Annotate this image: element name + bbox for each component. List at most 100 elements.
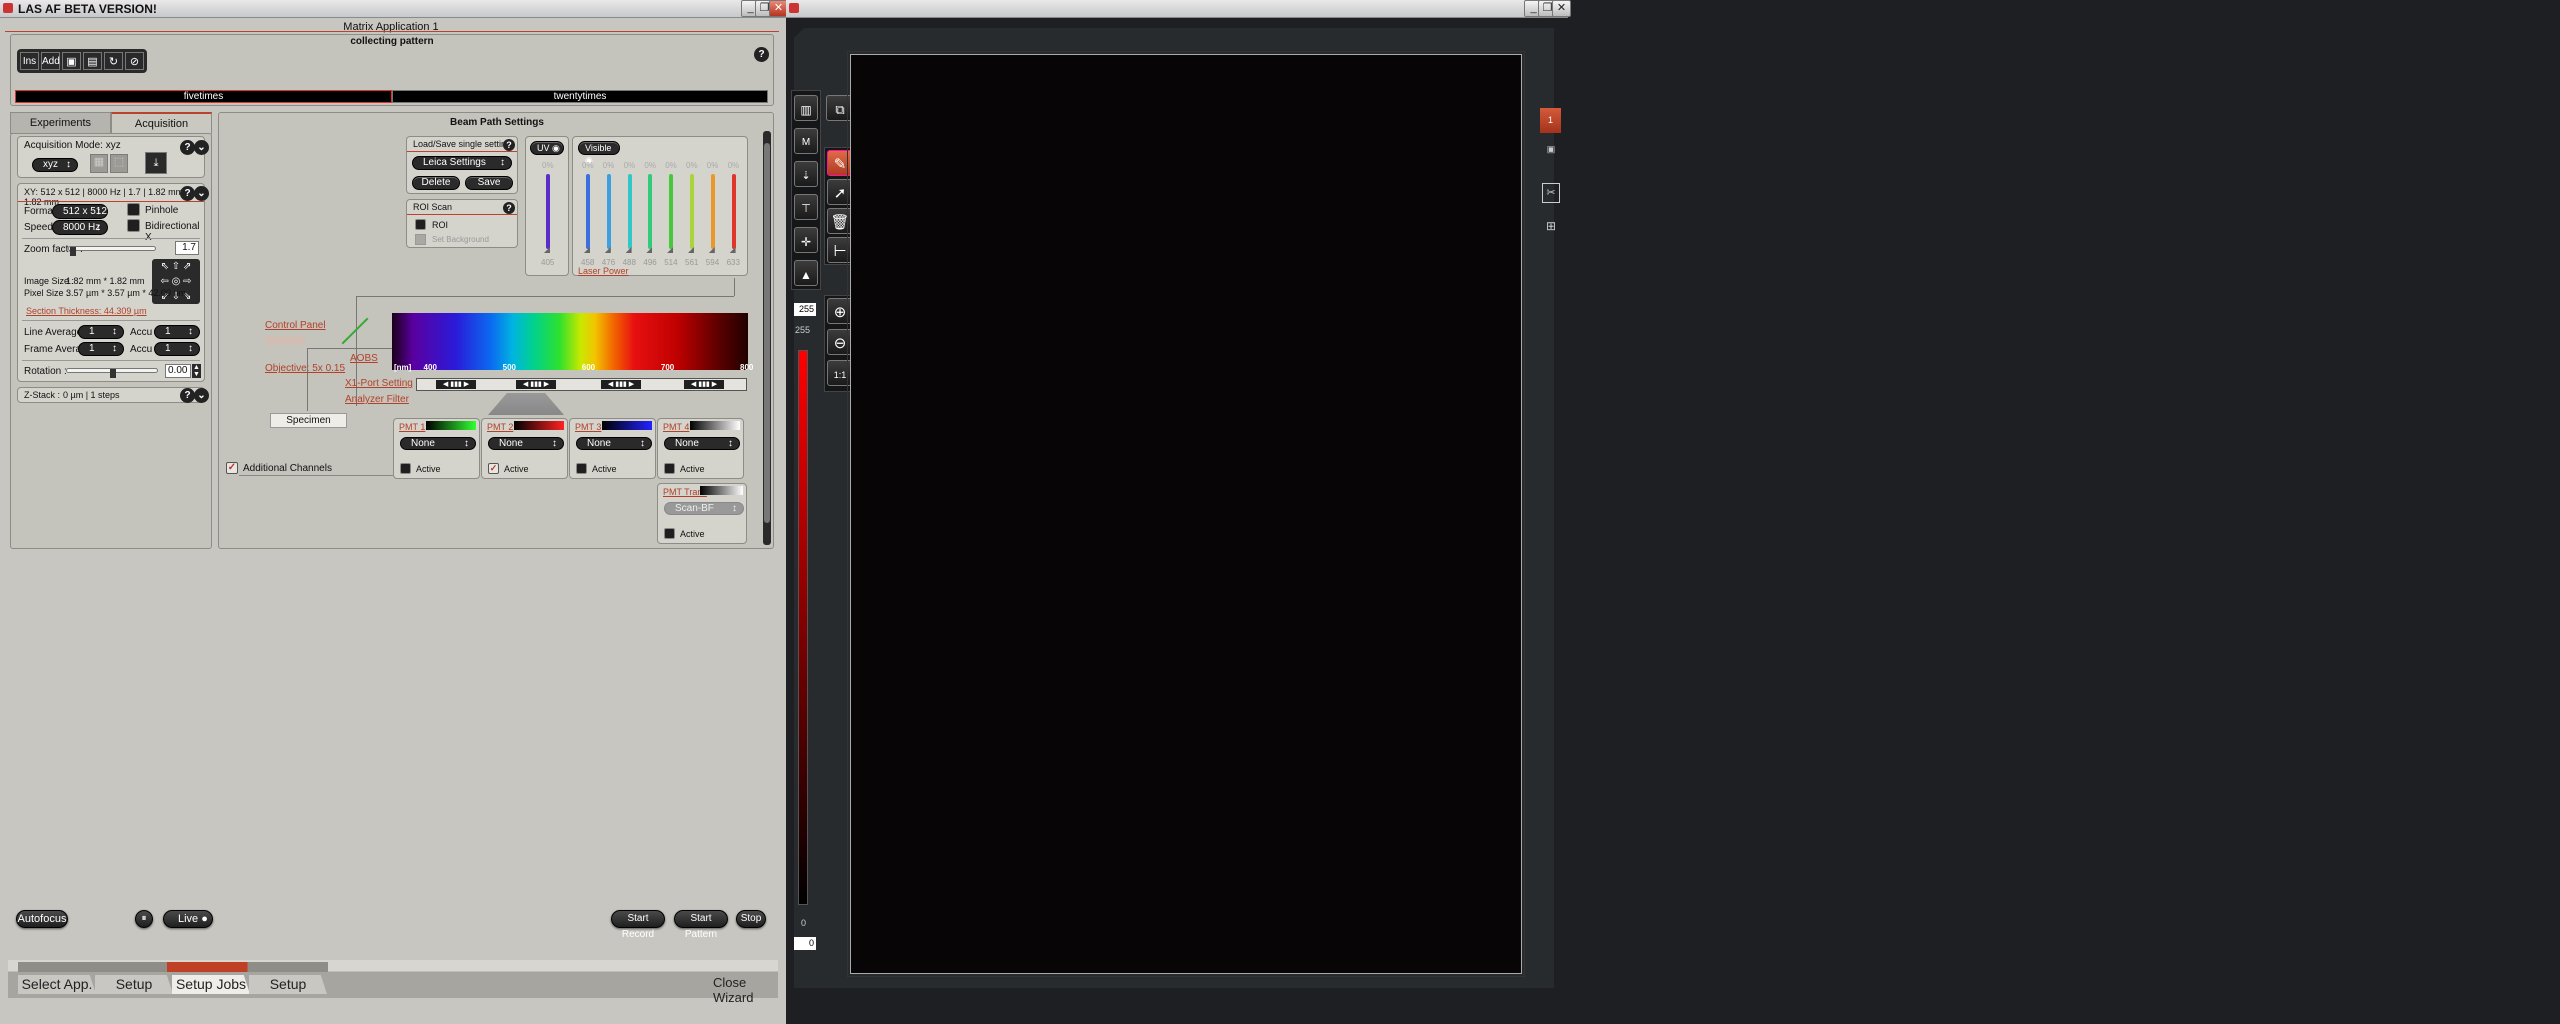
autofocus-button[interactable]: Autofocus — [16, 910, 68, 928]
control-panel-link[interactable]: Control Panel — [265, 320, 326, 331]
pattern-fivetimes[interactable]: fivetimes — [15, 90, 392, 103]
pmt-trans-active-checkbox[interactable] — [664, 528, 675, 539]
zstack-collapse-icon[interactable]: ⌄ — [194, 388, 209, 403]
close-wizard-button[interactable]: Close Wizard — [713, 975, 786, 1005]
x1-port-link[interactable]: X1-Port Setting — [345, 378, 413, 389]
analyzer-filter-link[interactable]: Analyzer Filter — [345, 394, 409, 405]
aobs-link[interactable]: AOBS — [350, 353, 378, 364]
rotation-value[interactable]: 0.00 — [165, 364, 191, 378]
section-thickness-link[interactable]: Section Thickness: 44.309 µm — [26, 306, 147, 316]
lut-min-input[interactable]: 0 — [794, 937, 816, 950]
grid-scan-icon[interactable]: ▦ — [90, 154, 108, 173]
acq-mode-select[interactable]: xyz — [32, 158, 78, 172]
pmt-dye-select[interactable]: None — [400, 437, 476, 450]
xy-collapse-icon[interactable]: ⌄ — [194, 186, 209, 201]
beam-scroll-thumb[interactable] — [764, 143, 770, 523]
filter-band-slider[interactable]: ◀ ▮▮▮ ▶ — [601, 380, 641, 389]
rotation-spin-icon[interactable]: ▲ ▼ — [192, 364, 201, 378]
line-average-select[interactable]: 1 — [78, 325, 124, 339]
zoom-slider[interactable] — [68, 246, 156, 251]
specimen-box[interactable]: Specimen — [270, 413, 347, 428]
laser-slider[interactable] — [586, 174, 590, 249]
acq-collapse-icon[interactable]: ⌄ — [194, 140, 209, 155]
viewer-close-button[interactable]: ✕ — [1552, 0, 1571, 17]
laser-slider[interactable] — [731, 174, 736, 249]
tab-experiments[interactable]: Experiments — [10, 112, 111, 134]
laser-slider[interactable] — [669, 174, 674, 249]
visible-toggle[interactable]: Visible ◉ — [578, 141, 620, 165]
histogram-icon[interactable]: ▲ — [794, 260, 818, 286]
pattern-twentytimes[interactable]: twentytimes — [392, 90, 768, 103]
stop-button[interactable]: Stop — [736, 910, 766, 928]
stack-icon[interactable]: ⤓ — [145, 152, 167, 174]
set-background-checkbox[interactable] — [415, 234, 426, 245]
start-pattern-button[interactable]: Start Pattern — [674, 910, 728, 940]
save-button[interactable]: Save — [465, 176, 513, 190]
pmt-dye-select[interactable]: None — [664, 437, 740, 450]
pmt-trans-select[interactable]: Scan-BF — [664, 502, 744, 515]
bidir-checkbox[interactable] — [127, 219, 140, 232]
z-step-icon[interactable]: ⊤ — [794, 194, 818, 220]
pmt-active-checkbox[interactable] — [664, 463, 675, 474]
refresh-icon[interactable]: ↻ — [104, 52, 123, 70]
tile-scan-icon[interactable]: ⬚ — [110, 154, 128, 173]
channel-overlay-icon[interactable]: ▥ — [794, 95, 818, 121]
pmt-name-link[interactable]: PMT 1 — [399, 422, 425, 432]
roi-checkbox[interactable] — [415, 219, 426, 230]
max-projection-icon[interactable]: M — [794, 128, 818, 154]
pmt-name-link[interactable]: PMT 2 — [487, 422, 513, 432]
start-record-button[interactable]: Start Record — [611, 910, 665, 940]
lut-max-input[interactable]: 255 — [794, 303, 816, 316]
clear-icon[interactable]: ⊘ — [125, 52, 144, 70]
wizard-step[interactable]: Setup Templ... — [95, 975, 173, 994]
acq-help-icon[interactable]: ? — [180, 140, 195, 155]
channel-badge[interactable]: 1 — [1540, 108, 1561, 133]
zoom-value[interactable]: 1.7 — [175, 241, 199, 255]
open-icon[interactable]: ▣ — [62, 52, 81, 70]
pmt-active-checkbox[interactable] — [576, 463, 587, 474]
save-icon[interactable]: ▤ — [83, 52, 102, 70]
roi-help-icon[interactable]: ? — [503, 202, 515, 214]
accu-select-1[interactable]: 1 — [154, 325, 200, 339]
speed-select[interactable]: 8000 Hz — [52, 220, 108, 235]
uv-toggle[interactable]: UV ◉ — [530, 141, 564, 155]
pmt-active-checkbox[interactable]: ✓ — [488, 463, 499, 474]
spectrum-bar[interactable] — [392, 313, 748, 370]
laser-slider[interactable] — [546, 174, 550, 249]
pmt-dye-select[interactable]: None — [576, 437, 652, 450]
ins-button[interactable]: Ins — [20, 52, 39, 70]
laser-slider[interactable] — [648, 174, 653, 249]
filter-band-slider[interactable]: ◀ ▮▮▮ ▶ — [436, 380, 476, 389]
xy-help-icon[interactable]: ? — [180, 186, 195, 201]
wizard-step[interactable]: Setup Jobs — [172, 975, 250, 994]
zstack-help-icon[interactable]: ? — [180, 388, 195, 403]
pmt-active-checkbox[interactable] — [400, 463, 411, 474]
laser-slider[interactable] — [690, 174, 694, 249]
tab-acquisition[interactable]: Acquisition — [111, 112, 212, 134]
frame-average-select[interactable]: 1 — [78, 342, 124, 356]
laser-power-link[interactable]: Laser Power — [578, 266, 629, 276]
format-select[interactable]: 512 x 512 — [52, 204, 108, 219]
scissors-icon[interactable]: ✂ — [1542, 183, 1560, 203]
laser-slider[interactable] — [710, 174, 715, 249]
pmt-dye-select[interactable]: None — [488, 437, 564, 450]
accu-select-2[interactable]: 1 — [154, 342, 200, 356]
filter-band-slider[interactable]: ◀ ▮▮▮ ▶ — [684, 380, 724, 389]
gallery-icon[interactable]: ⊞ — [1542, 219, 1560, 239]
filter-band-slider[interactable]: ◀ ▮▮▮ ▶ — [516, 380, 556, 389]
max-icon[interactable]: ▣ — [1542, 144, 1560, 166]
delete-button[interactable]: Delete — [412, 176, 460, 190]
pmt-name-link[interactable]: PMT 3 — [575, 422, 601, 432]
objective-link[interactable]: Objective: 5x 0.15 — [265, 363, 345, 374]
laser-slider[interactable] — [627, 174, 632, 249]
pattern-help-icon[interactable]: ? — [754, 47, 769, 62]
load-save-help-icon[interactable]: ? — [503, 139, 515, 151]
laser-slider[interactable] — [606, 174, 611, 249]
lut-bar[interactable] — [798, 350, 808, 905]
crosshair-icon[interactable]: ✛ — [794, 227, 818, 253]
rotation-slider-thumb[interactable] — [110, 369, 116, 378]
zoom-slider-thumb[interactable] — [70, 247, 76, 256]
live-button[interactable]: Live ● — [163, 910, 213, 928]
wizard-step[interactable]: Select App. — [18, 975, 96, 994]
z-position-icon[interactable]: ⇣ — [794, 161, 818, 187]
